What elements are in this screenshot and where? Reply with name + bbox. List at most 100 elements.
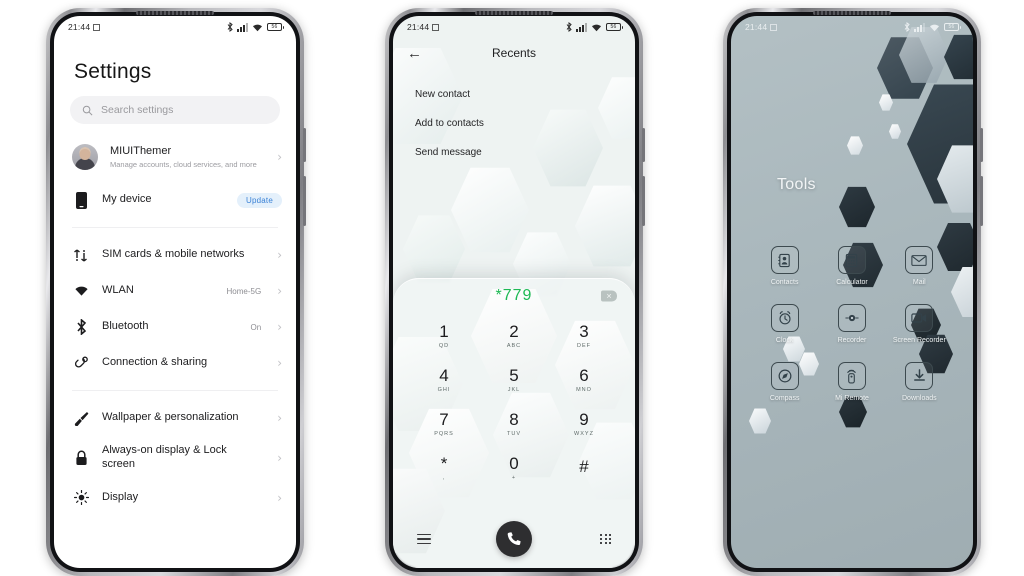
connection-text: Connection & sharing — [102, 356, 265, 370]
key-number: * — [440, 454, 448, 473]
back-arrow-icon[interactable]: ← — [407, 46, 422, 61]
sidebar-item-always-on-display[interactable]: Always-on display & Lock screen › — [54, 436, 296, 480]
dialpad-key-0[interactable]: 0 + — [479, 447, 549, 489]
bluetooth-icon — [72, 317, 90, 337]
volume-button[interactable] — [980, 176, 983, 226]
app-label: Recorder — [837, 336, 867, 344]
dialpad-key-8[interactable]: 8 TUV — [479, 403, 549, 445]
menu-item-send-message[interactable]: Send message — [415, 138, 613, 167]
battery-level: 56 — [610, 24, 617, 30]
power-button[interactable] — [642, 128, 645, 162]
dialpad-key-star[interactable]: * , — [409, 447, 479, 489]
keypad-grid-icon[interactable] — [600, 533, 611, 545]
alarm-icon — [432, 23, 440, 31]
remote-icon — [837, 361, 866, 390]
sidebar-item-sim[interactable]: SIM cards & mobile networks › — [54, 237, 296, 273]
sidebar-item-label: Connection & sharing — [102, 356, 208, 369]
power-button[interactable] — [303, 128, 306, 162]
dialer-context-menu: New contact Add to contacts Send message — [393, 68, 635, 167]
key-letters: JKL — [507, 387, 521, 393]
status-bar-left: 21:44 — [407, 22, 440, 32]
key-number: 7 — [439, 410, 449, 429]
status-bar: 21:44 56 — [393, 16, 635, 38]
dialpad-key-7[interactable]: 7 PQRS — [409, 403, 479, 445]
sim-text: SIM cards & mobile networks — [102, 248, 249, 262]
search-input[interactable]: Search settings — [70, 96, 280, 124]
sidebar-item-wlan[interactable]: WLAN Home-5G › — [54, 273, 296, 309]
sidebar-item-my-device[interactable]: My device Update — [54, 182, 296, 218]
dialpad-key-4[interactable]: 4 GHI — [409, 359, 479, 401]
sidebar-item-label: Display — [102, 490, 139, 503]
dialer-header: ← Recents — [393, 38, 635, 68]
app-clock[interactable]: Clock — [751, 303, 818, 346]
battery-icon: 56 — [606, 23, 623, 31]
alarm-icon — [770, 23, 778, 31]
contacts-icon — [770, 246, 799, 274]
sidebar-item-account[interactable]: MIUIThemer Manage accounts, cloud servic… — [54, 136, 296, 178]
dialpad-panel: *779 ✕ 1 QD 2 ABC 3 DEF 4 GHI 5 JKL 6 MN… — [393, 278, 635, 568]
sidebar-item-label: SIM cards & mobile networks — [102, 248, 245, 261]
sidebar-item-label: Always-on display & Lock screen — [102, 444, 227, 470]
dialpad-key-hash[interactable]: # — [549, 447, 619, 489]
app-calculator[interactable]: Calculator — [818, 246, 885, 288]
phone-device-settings: 21:44 56 Settings Search settings MIUITh… — [46, 8, 306, 576]
key-letters: PQRS — [434, 431, 454, 437]
recorder-icon — [837, 303, 866, 332]
key-letters: WXYZ — [574, 431, 594, 437]
key-number: 4 — [439, 366, 449, 385]
account-subtitle: Manage accounts, cloud services, and mor… — [110, 159, 257, 169]
dialpad-key-1[interactable]: 1 QD — [409, 315, 479, 357]
sidebar-item-display[interactable]: Display › — [54, 480, 296, 516]
alarm-icon — [93, 23, 101, 31]
app-recorder[interactable]: Recorder — [818, 303, 885, 346]
phone-device-home: 21:44 56 Tools Contacts Calculator Mail … — [723, 8, 983, 576]
volume-button[interactable] — [642, 176, 645, 226]
app-label: Downloads — [902, 394, 937, 402]
sidebar-item-label: WLAN — [102, 284, 134, 297]
hamburger-menu-icon[interactable] — [417, 533, 431, 545]
dialer-app: 21:44 56 ← Recents New contact Add to co… — [393, 16, 635, 568]
wallpaper-text: Wallpaper & personalization — [102, 411, 265, 425]
signal-icon — [914, 22, 925, 32]
dialpad-key-6[interactable]: 6 MNO — [549, 359, 619, 401]
volume-button[interactable] — [303, 176, 306, 226]
bluetooth-icon — [904, 22, 910, 32]
sidebar-item-label: Wallpaper & personalization — [102, 411, 239, 424]
link-icon — [72, 353, 90, 373]
app-mail[interactable]: Mail — [886, 246, 953, 288]
search-placeholder: Search settings — [101, 104, 174, 116]
app-contacts[interactable]: Contacts — [751, 246, 818, 288]
key-number: 5 — [509, 366, 519, 385]
app-compass[interactable]: Compass — [751, 361, 818, 404]
sidebar-item-connection-sharing[interactable]: Connection & sharing › — [54, 345, 296, 381]
app-mi-remote[interactable]: Mi Remote — [818, 361, 885, 404]
update-badge[interactable]: Update — [237, 192, 282, 208]
menu-item-new-contact[interactable]: New contact — [415, 80, 613, 109]
settings-app: 21:44 56 Settings Search settings MIUITh… — [54, 16, 296, 568]
folder-title: Tools — [777, 176, 816, 193]
home-screen-tools-folder: 21:44 56 Tools Contacts Calculator Mail … — [731, 16, 973, 568]
sidebar-item-bluetooth[interactable]: Bluetooth On › — [54, 309, 296, 345]
status-bar-left: 21:44 — [745, 22, 778, 32]
wifi-icon — [72, 281, 90, 301]
dialpad-key-2[interactable]: 2 ABC — [479, 315, 549, 357]
status-time: 21:44 — [68, 22, 91, 32]
battery-icon: 56 — [267, 23, 284, 31]
account-name: MIUIThemer — [110, 144, 172, 157]
app-screen-recorder[interactable]: Screen Recorder — [886, 303, 953, 346]
dialpad-key-3[interactable]: 3 DEF — [549, 315, 619, 357]
power-button[interactable] — [980, 128, 983, 162]
app-label: Compass — [769, 394, 800, 402]
phone3-screen: 21:44 56 Tools Contacts Calculator Mail … — [731, 16, 973, 568]
phone-call-icon[interactable] — [496, 521, 532, 557]
dialpad-key-9[interactable]: 9 WXYZ — [549, 403, 619, 445]
bluetooth-icon — [566, 22, 572, 32]
backspace-icon[interactable]: ✕ — [601, 290, 617, 302]
sidebar-item-wallpaper[interactable]: Wallpaper & personalization › — [54, 400, 296, 436]
menu-item-add-to-contacts[interactable]: Add to contacts — [415, 109, 613, 138]
app-downloads[interactable]: Downloads — [886, 361, 953, 404]
account-text: MIUIThemer Manage accounts, cloud servic… — [110, 145, 265, 170]
signal-icon — [576, 22, 587, 32]
dialpad-key-5[interactable]: 5 JKL — [479, 359, 549, 401]
bluetooth-icon — [227, 22, 233, 32]
